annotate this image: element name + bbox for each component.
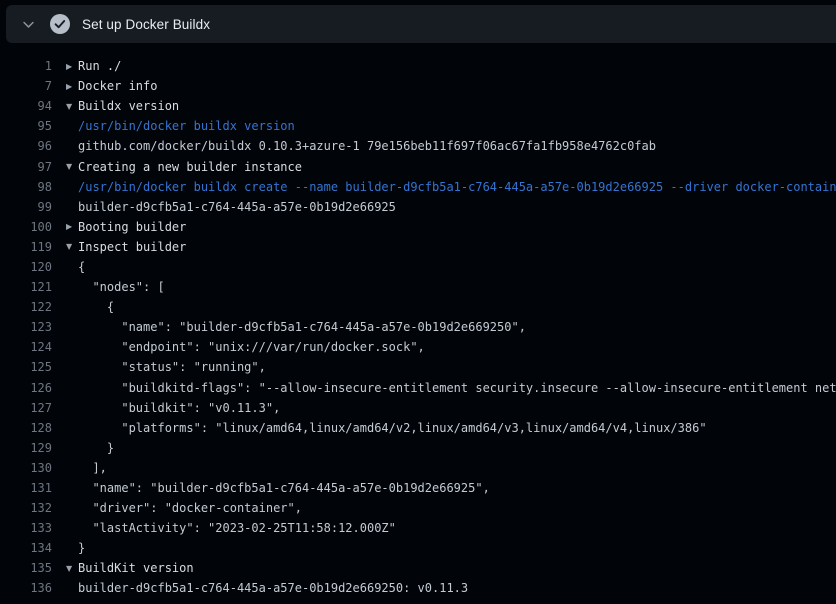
log-text: "nodes": [ <box>78 280 165 294</box>
log-line: 132 "driver": "docker-container", <box>0 498 836 518</box>
line-number[interactable]: 96 <box>0 139 52 153</box>
group-collapsed-triangle-icon[interactable]: ▶ <box>66 222 78 231</box>
log-text: "platforms": "linux/amd64,linux/amd64/v2… <box>78 421 707 435</box>
line-number[interactable]: 135 <box>0 561 52 575</box>
log-line: 121 "nodes": [ <box>0 277 836 297</box>
log-text: github.com/docker/buildx 0.10.3+azure-1 … <box>78 139 656 153</box>
log-line: 129 } <box>0 438 836 458</box>
log-line: 124 "endpoint": "unix:///var/run/docker.… <box>0 337 836 357</box>
log-text: "buildkit": "v0.11.3", <box>78 401 280 415</box>
log-text: "status": "running", <box>78 360 266 374</box>
line-number[interactable]: 95 <box>0 119 52 133</box>
log-text: { <box>78 260 85 274</box>
log-line: 136 builder-d9cfb5a1-c764-445a-a57e-0b19d… <box>0 578 836 598</box>
chevron-down-icon[interactable] <box>20 16 36 32</box>
log-text: "driver": "docker-container", <box>78 501 302 515</box>
line-number[interactable]: 119 <box>0 240 52 254</box>
line-number[interactable]: 94 <box>0 99 52 113</box>
log-line: 130 ], <box>0 458 836 478</box>
log-line: 133 "lastActivity": "2023-02-25T11:58:12… <box>0 518 836 538</box>
log-group-title[interactable]: BuildKit version <box>78 561 194 575</box>
log-group-title[interactable]: Run ./ <box>78 59 121 73</box>
log-group-title[interactable]: Buildx version <box>78 99 179 113</box>
log-text: "endpoint": "unix:///var/run/docker.sock… <box>78 340 425 354</box>
line-number[interactable]: 121 <box>0 280 52 294</box>
line-number[interactable]: 127 <box>0 401 52 415</box>
group-collapsed-triangle-icon[interactable]: ▶ <box>66 62 78 71</box>
line-number[interactable]: 136 <box>0 581 52 595</box>
step-header[interactable]: Set up Docker Buildx <box>6 5 836 43</box>
log-text: builder-d9cfb5a1-c764-445a-a57e-0b19d2e6… <box>78 200 396 214</box>
log-group-line: 94 ▼Buildx version <box>0 96 836 116</box>
log-text: } <box>78 541 85 555</box>
log-line: 96 github.com/docker/buildx 0.10.3+azure-… <box>0 136 836 156</box>
line-number[interactable]: 132 <box>0 501 52 515</box>
log-group-line: 97 ▼Creating a new builder instance <box>0 156 836 176</box>
log-line: 128 "platforms": "linux/amd64,linux/amd6… <box>0 418 836 438</box>
line-number[interactable]: 128 <box>0 421 52 435</box>
line-number[interactable]: 99 <box>0 200 52 214</box>
line-number[interactable]: 129 <box>0 441 52 455</box>
line-number[interactable]: 133 <box>0 521 52 535</box>
log-line: 127 "buildkit": "v0.11.3", <box>0 398 836 418</box>
log-text: "name": "builder-d9cfb5a1-c764-445a-a57e… <box>78 320 526 334</box>
log-group-line: 7 ▶Docker info <box>0 76 836 96</box>
log-group-title[interactable]: Inspect builder <box>78 240 186 254</box>
group-expanded-triangle-icon[interactable]: ▼ <box>66 564 78 573</box>
log-group-line: 1 ▶Run ./ <box>0 56 836 76</box>
log-text: /usr/bin/docker buildx version <box>78 119 295 133</box>
line-number[interactable]: 131 <box>0 481 52 495</box>
log-text: ], <box>78 461 107 475</box>
step-title: Set up Docker Buildx <box>82 17 210 32</box>
log-area: 1▶Run ./7▶Docker info94▼Buildx version95… <box>0 43 836 599</box>
log-group-line: 119 ▼Inspect builder <box>0 237 836 257</box>
line-number[interactable]: 100 <box>0 220 52 234</box>
line-number[interactable]: 134 <box>0 541 52 555</box>
log-line: 126 "buildkitd-flags": "--allow-insecure… <box>0 378 836 398</box>
line-number[interactable]: 125 <box>0 360 52 374</box>
line-number[interactable]: 98 <box>0 180 52 194</box>
log-group-title[interactable]: Creating a new builder instance <box>78 160 302 174</box>
line-number[interactable]: 123 <box>0 320 52 334</box>
line-number[interactable]: 122 <box>0 300 52 314</box>
log-line: 131 "name": "builder-d9cfb5a1-c764-445a-… <box>0 478 836 498</box>
log-group-title[interactable]: Docker info <box>78 79 157 93</box>
log-line: 125 "status": "running", <box>0 357 836 377</box>
log-line: 123 "name": "builder-d9cfb5a1-c764-445a-… <box>0 317 836 337</box>
log-group-title[interactable]: Booting builder <box>78 220 186 234</box>
log-line: 120 { <box>0 257 836 277</box>
group-expanded-triangle-icon[interactable]: ▼ <box>66 102 78 111</box>
log-line: 134} <box>0 538 836 558</box>
log-text: "lastActivity": "2023-02-25T11:58:12.000… <box>78 521 396 535</box>
log-line: 99 builder-d9cfb5a1-c764-445a-a57e-0b19d2… <box>0 197 836 217</box>
log-group-line: 135 ▼BuildKit version <box>0 558 836 578</box>
line-number[interactable]: 97 <box>0 160 52 174</box>
line-number[interactable]: 124 <box>0 340 52 354</box>
log-text: /usr/bin/docker buildx create --name bui… <box>78 180 836 194</box>
log-text: builder-d9cfb5a1-c764-445a-a57e-0b19d2e6… <box>78 581 468 595</box>
check-circle-icon <box>50 14 70 34</box>
log-line: 98/usr/bin/docker buildx create --name b… <box>0 177 836 197</box>
group-expanded-triangle-icon[interactable]: ▼ <box>66 242 78 251</box>
log-line: 95/usr/bin/docker buildx version <box>0 116 836 136</box>
log-text: } <box>78 441 114 455</box>
group-collapsed-triangle-icon[interactable]: ▶ <box>66 82 78 91</box>
log-line: 122 { <box>0 297 836 317</box>
line-number[interactable]: 126 <box>0 381 52 395</box>
log-group-line: 100 ▶Booting builder <box>0 217 836 237</box>
log-text: { <box>78 300 114 314</box>
log-text: "buildkitd-flags": "--allow-insecure-ent… <box>78 381 836 395</box>
line-number[interactable]: 1 <box>0 59 52 73</box>
group-expanded-triangle-icon[interactable]: ▼ <box>66 162 78 171</box>
line-number[interactable]: 120 <box>0 260 52 274</box>
line-number[interactable]: 7 <box>0 79 52 93</box>
line-number[interactable]: 130 <box>0 461 52 475</box>
log-text: "name": "builder-d9cfb5a1-c764-445a-a57e… <box>78 481 490 495</box>
log-lines: 1▶Run ./7▶Docker info94▼Buildx version95… <box>0 56 836 599</box>
